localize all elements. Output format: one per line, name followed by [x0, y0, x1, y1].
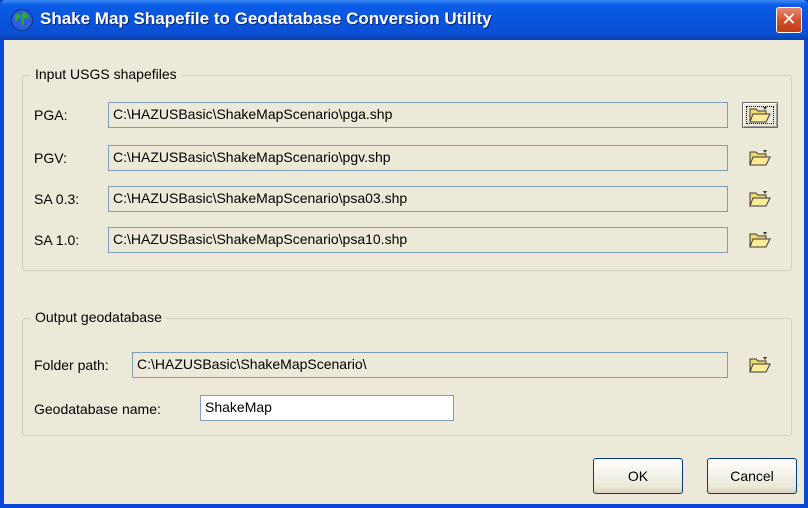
pga-label: PGA:: [34, 107, 68, 123]
geodatabase-name-label: Geodatabase name:: [34, 401, 161, 417]
cancel-button[interactable]: Cancel: [707, 458, 797, 494]
close-button[interactable]: ✕: [776, 7, 802, 33]
open-folder-icon: [749, 191, 771, 207]
sa10-label: SA 1.0:: [34, 232, 80, 248]
ok-button[interactable]: OK: [593, 458, 683, 494]
pga-browse-button[interactable]: [742, 102, 778, 128]
folder-path-label: Folder path:: [34, 357, 109, 373]
input-group-legend: Input USGS shapefiles: [31, 66, 181, 82]
folder-browse-button[interactable]: [742, 352, 778, 378]
globe-icon: [11, 9, 33, 31]
close-icon: ✕: [781, 9, 797, 29]
pgv-path-field[interactable]: C:\HAZUSBasic\ShakeMapScenario\pgv.shp: [108, 145, 728, 171]
open-folder-icon: [749, 232, 771, 248]
sa03-browse-button[interactable]: [742, 186, 778, 212]
sa10-path-field[interactable]: C:\HAZUSBasic\ShakeMapScenario\psa10.shp: [108, 227, 728, 253]
pgv-browse-button[interactable]: [742, 145, 778, 171]
sa03-path-field[interactable]: C:\HAZUSBasic\ShakeMapScenario\psa03.shp: [108, 186, 728, 212]
geodatabase-name-input[interactable]: ShakeMap: [200, 395, 454, 421]
open-folder-icon: [749, 107, 771, 123]
open-folder-icon: [749, 357, 771, 373]
open-folder-icon: [749, 150, 771, 166]
sa03-label: SA 0.3:: [34, 191, 80, 207]
folder-path-field[interactable]: C:\HAZUSBasic\ShakeMapScenario\: [132, 352, 728, 378]
pgv-label: PGV:: [34, 150, 67, 166]
pga-path-field[interactable]: C:\HAZUSBasic\ShakeMapScenario\pga.shp: [108, 102, 728, 128]
window-title: Shake Map Shapefile to Geodatabase Conve…: [40, 9, 492, 28]
title-bar[interactable]: Shake Map Shapefile to Geodatabase Conve…: [0, 0, 808, 40]
output-group-legend: Output geodatabase: [31, 309, 166, 325]
dialog-window: Shake Map Shapefile to Geodatabase Conve…: [0, 0, 808, 508]
sa10-browse-button[interactable]: [742, 227, 778, 253]
